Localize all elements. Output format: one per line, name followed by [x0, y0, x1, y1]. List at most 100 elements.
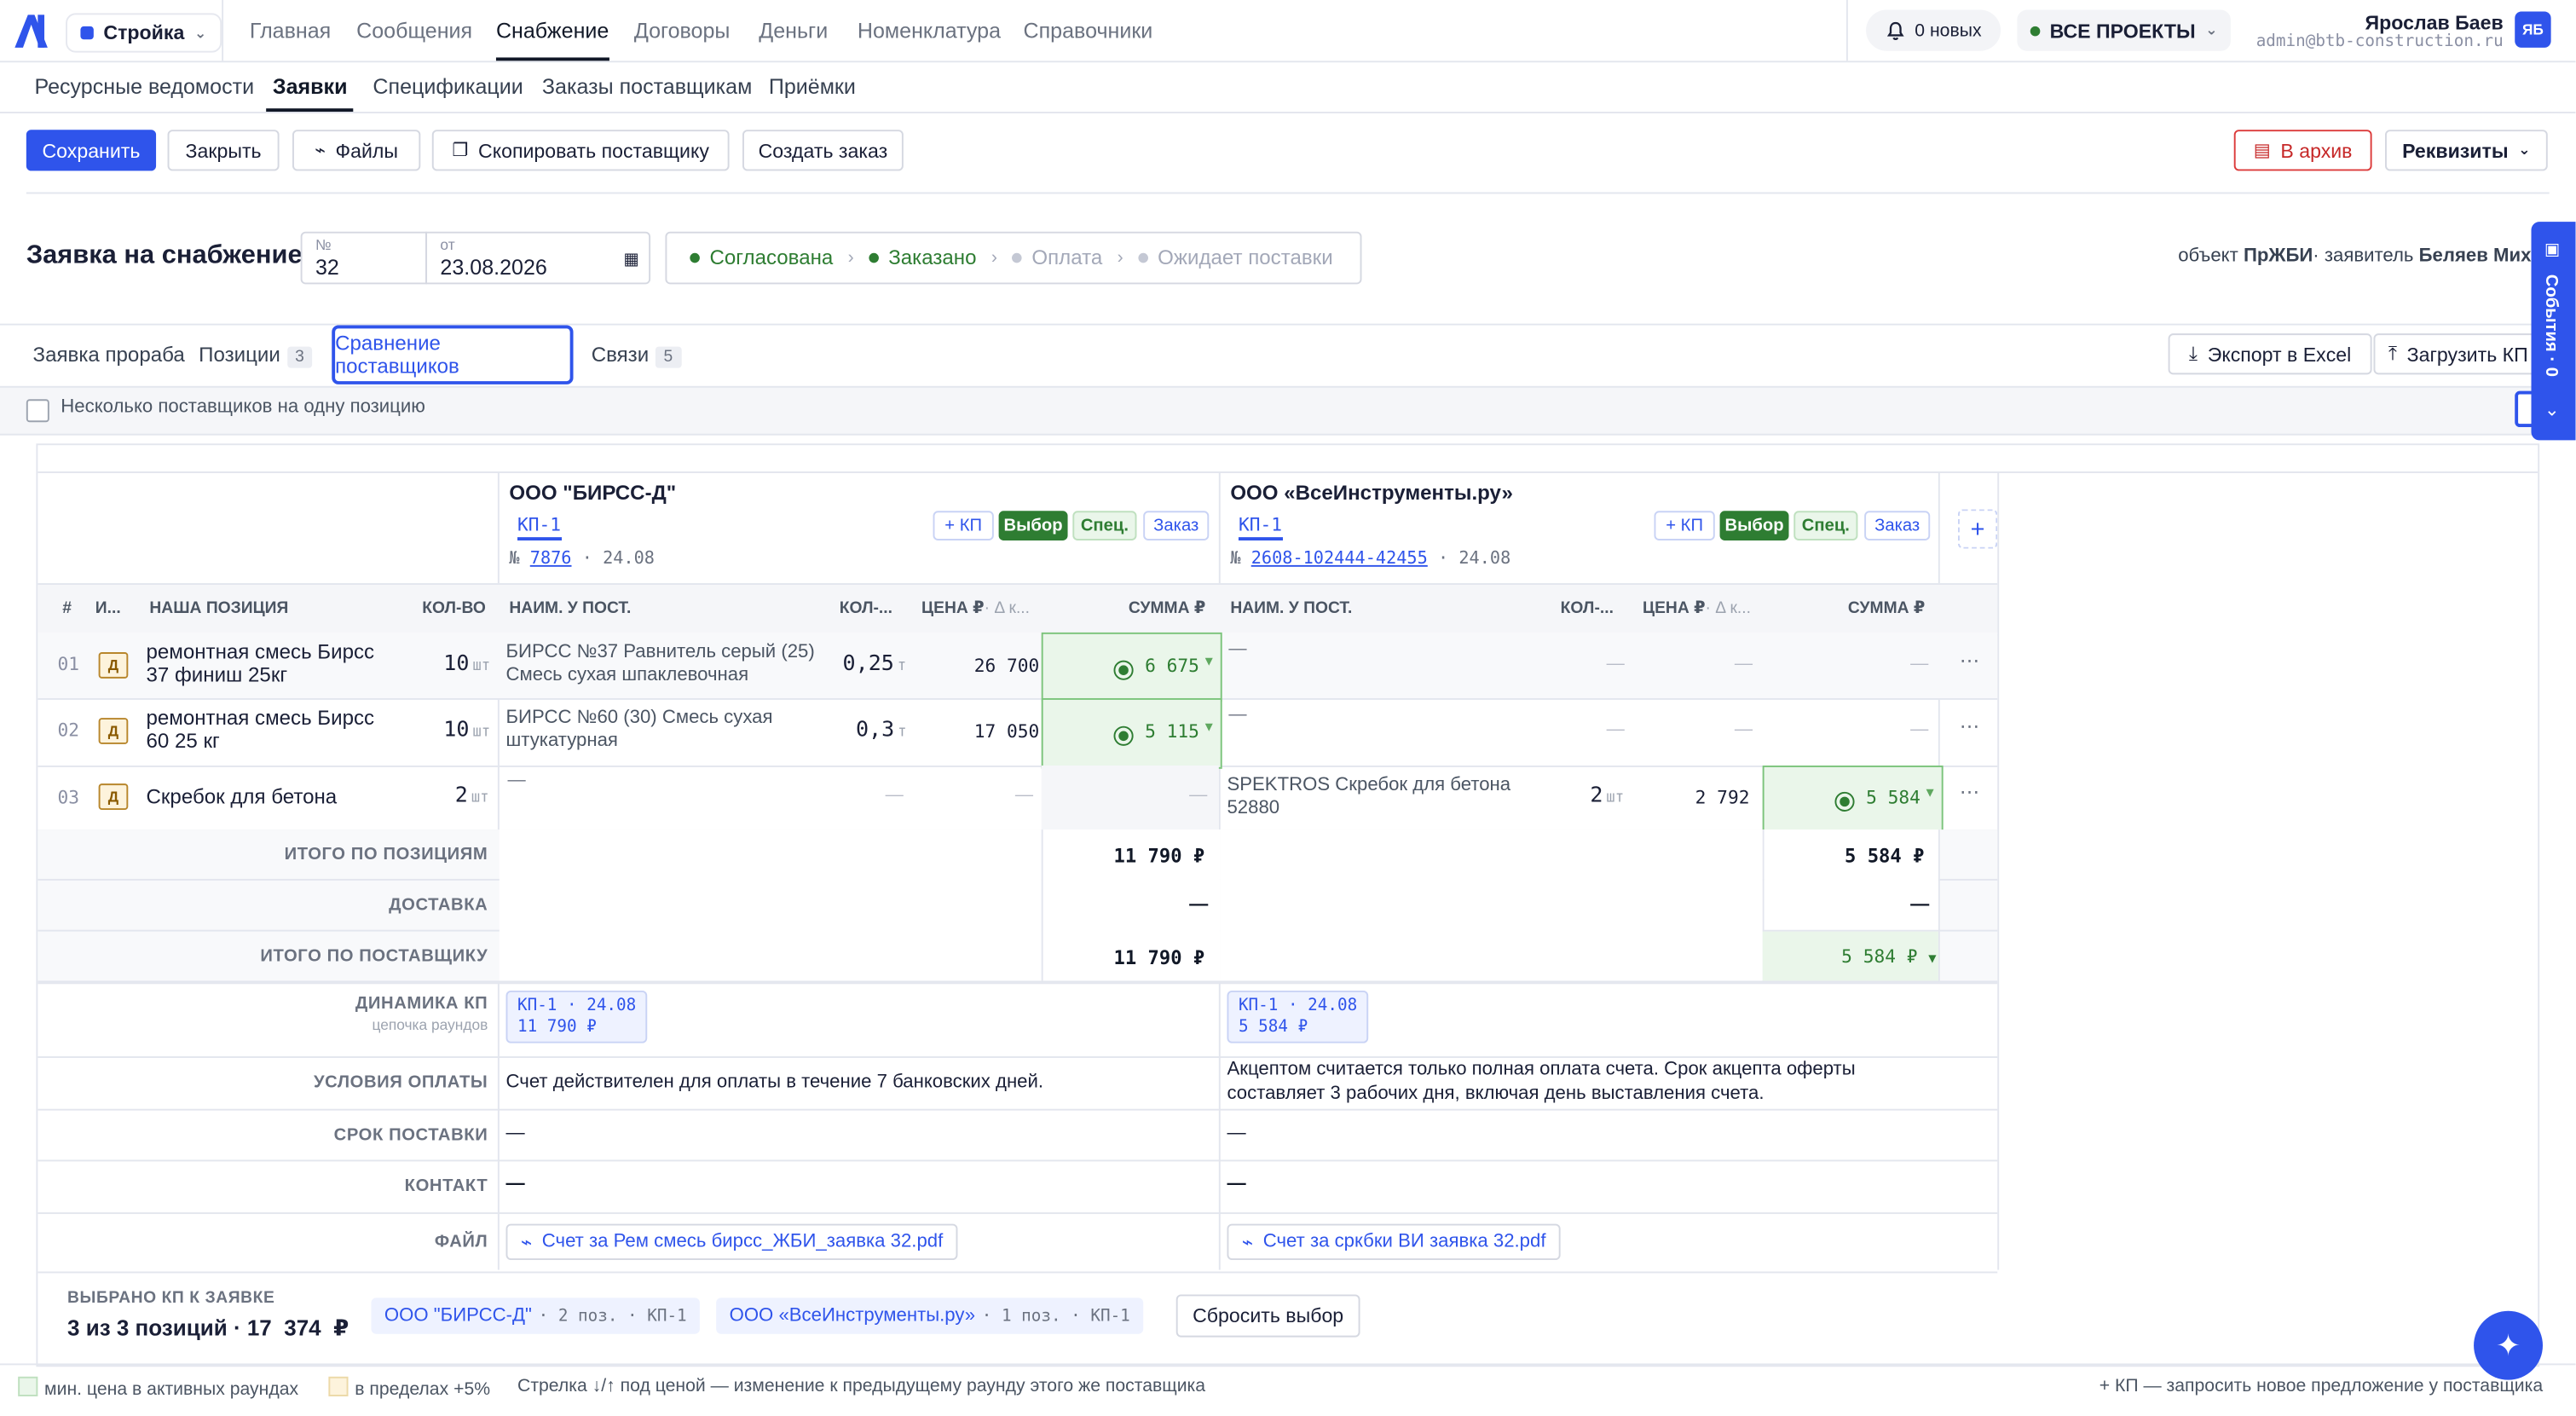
col-s2-qty: КОЛ-... [1560, 599, 1614, 618]
s1-totals-bg [499, 829, 1042, 981]
table-row[interactable]: 03 Д Скребок для бетона 2 шт — — — — SPEK… [38, 765, 1998, 833]
nav-nomenclature[interactable]: Номенклатура [858, 18, 1001, 43]
tab-links-count: 5 [655, 346, 681, 368]
supplier-1-kp-tab[interactable]: КП-1 [517, 514, 562, 540]
col-s2-sum: СУММА ₽ [1847, 599, 1926, 618]
supplier-1-add-kp-button[interactable]: + КП [933, 511, 994, 540]
supplier-2-add-kp-button[interactable]: + КП [1654, 511, 1715, 540]
nav-home[interactable]: Главная [250, 18, 331, 43]
upload-kp-button[interactable]: ⤒ Загрузить КП [2373, 333, 2555, 375]
save-button[interactable]: Сохранить [26, 130, 157, 171]
archive-button[interactable]: ▤ В архив [2233, 130, 2372, 171]
nav-money[interactable]: Деньги [759, 18, 828, 43]
doc-number-field[interactable]: № 32 [300, 231, 428, 285]
tab-links-label: Связи [591, 343, 650, 367]
more-icon[interactable]: ⋯ [1960, 649, 1979, 672]
s1-sum-cell-selected[interactable]: 5 115 ▼ [1041, 697, 1222, 769]
bell-icon [1886, 20, 1904, 39]
logo-icon[interactable] [10, 10, 53, 53]
delivery-term-row: СРОК ПОСТАВКИ — — [38, 1108, 1998, 1162]
table-row[interactable]: 01 Д ремонтная смесь Бирсс 37 финиш 25кг… [38, 632, 1998, 702]
col-i: И... [95, 599, 121, 618]
supplier-2-kp-tab[interactable]: КП-1 [1238, 514, 1283, 540]
s2-file-name: Счет за сркбки ВИ заявка 32.pdf [1262, 1232, 1546, 1252]
sub-nav: Ресурсные ведомости Заявки Спецификации … [0, 61, 2576, 113]
doc-date-field[interactable]: от 23.08.2026 ▦ [425, 231, 651, 285]
requisites-button[interactable]: Реквизиты ⌄ [2385, 130, 2548, 171]
s1-kp-round-chip[interactable]: КП-1 · 24.08 11 790 ₽ [505, 990, 648, 1043]
s2-file-link[interactable]: ⌁ Счет за сркбки ВИ заявка 32.pdf [1227, 1223, 1561, 1261]
s2-sum-cell-selected[interactable]: 5 584 ▼ [1762, 765, 1944, 833]
export-label: Экспорт в Excel [2207, 342, 2352, 366]
object-label: объект [2178, 246, 2238, 267]
doc-number-label: № [315, 236, 332, 253]
dynamics-sub: цепочка раундов [372, 1016, 488, 1034]
position-qty: 2 шт [455, 783, 489, 808]
s1-sum-cell[interactable]: — [1041, 765, 1219, 830]
export-excel-button[interactable]: ⤓ Экспорт в Excel [2168, 333, 2372, 375]
subnav-requests[interactable]: Заявки [266, 74, 355, 113]
s2-totals-bg [1220, 829, 1763, 981]
reset-selection-button[interactable]: Сбросить выбор [1175, 1294, 1360, 1338]
options-bar: Несколько поставщиков на одну позицию [0, 385, 2576, 436]
subnav-receipts[interactable]: Приёмки [769, 74, 856, 99]
more-icon[interactable]: ⋯ [1960, 780, 1979, 803]
table-row[interactable]: 02 Д ремонтная смесь Бирсс 60 25 кг 10 шт… [38, 697, 1998, 769]
selection-summary: ВЫБРАНО КП К ЗАЯВКЕ 3 из 3 позиций · 17 … [36, 1269, 2536, 1364]
supplier-1-doc-link[interactable]: 7876 [530, 549, 572, 569]
supplier-1-spec-button[interactable]: Спец. [1072, 511, 1137, 540]
supplier-1-order-button[interactable]: Заказ [1143, 511, 1210, 540]
divider [0, 1363, 2576, 1366]
tab-positions[interactable]: Позиции 3 [199, 344, 313, 368]
qty-unit: т [898, 724, 907, 742]
s1-file-link[interactable]: ⌁ Счет за Рем смесь бирсс_ЖБИ_заявка 32.… [505, 1223, 958, 1261]
nav-references[interactable]: Справочники [1024, 18, 1153, 43]
supplier-1-name: ООО "БИРСС-Д" [509, 481, 677, 505]
supplier-2-choose-button[interactable]: Выбор [1719, 511, 1789, 540]
workspace-switcher[interactable]: Стройка ⌄ [66, 13, 222, 53]
files-button[interactable]: ⌁ Файлы [292, 130, 421, 171]
more-icon[interactable]: ⋯ [1960, 714, 1979, 737]
s2-kp-round-chip[interactable]: КП-1 · 24.08 5 584 ₽ [1227, 990, 1369, 1043]
col-s1-sum: СУММА ₽ [1128, 599, 1206, 618]
dynamics-row: ДИНАМИКА КП цепочка раундов КП-1 · 24.08… [38, 982, 1998, 1058]
subnav-supplier-orders[interactable]: Заказы поставщикам [542, 74, 752, 99]
supplier-2-spec-button[interactable]: Спец. [1793, 511, 1858, 540]
round-label: КП-1 · 24.08 [1238, 997, 1358, 1015]
tab-supplier-comparison[interactable]: Сравнение поставщиков [332, 325, 574, 384]
nav-messages[interactable]: Сообщения [356, 18, 472, 43]
projects-selector[interactable]: ВСЕ ПРОЕКТЫ ⌄ [2017, 9, 2231, 51]
supplier-1-choose-button[interactable]: Выбор [998, 511, 1068, 540]
sparkle-fab-button[interactable]: ✦ [2474, 1310, 2543, 1380]
subnav-specifications[interactable]: Спецификации [373, 74, 523, 99]
create-order-button[interactable]: Создать заказ [742, 130, 904, 171]
subnav-resource-sheets[interactable]: Ресурсные ведомости [34, 74, 254, 99]
qty-unit: шт [471, 789, 489, 807]
calendar-icon[interactable]: ▦ [623, 251, 638, 269]
tab-foreman-request[interactable]: Заявка прораба [33, 344, 185, 367]
add-supplier-button[interactable]: + [1957, 509, 1998, 549]
s2-sum: — [1910, 653, 1929, 674]
supplier-2-order-button[interactable]: Заказ [1864, 511, 1931, 540]
copy-to-supplier-button[interactable]: ❐ Скопировать поставщику [431, 130, 730, 171]
legend-arrow: Стрелка ↓/↑ под ценой — изменение к пред… [517, 1376, 1206, 1396]
multi-supplier-checkbox[interactable] [26, 399, 49, 423]
nav-contracts[interactable]: Договоры [634, 18, 731, 43]
selected-supplier-chip[interactable]: ООО «ВсеИнструменты.ру» · 1 поз. · КП-1 [716, 1298, 1144, 1334]
qty-value: 10 [443, 652, 470, 677]
doc-prefix: № [509, 548, 520, 569]
archive-icon: ▤ [2253, 141, 2271, 161]
s2-item-name: — [1228, 639, 1247, 659]
s1-sum-cell-selected[interactable]: 6 675 ▼ [1041, 632, 1222, 702]
avatar[interactable]: ЯБ [2515, 11, 2551, 48]
arrow-down-icon: ▼ [1202, 653, 1216, 669]
nav-supply[interactable]: Снабжение [495, 18, 609, 61]
chevron-right-icon: › [1117, 247, 1123, 269]
tab-links[interactable]: Связи 5 [592, 344, 681, 368]
events-panel-toggle[interactable]: ▣ События · 0 ⌄ [2531, 222, 2576, 441]
close-button[interactable]: Закрыть [167, 130, 280, 171]
selected-supplier-chip[interactable]: ООО "БИРСС-Д" · 2 поз. · КП-1 [371, 1298, 701, 1334]
s2-payment-terms: Акцептом считается только полная оплата … [1227, 1059, 1856, 1104]
notifications-button[interactable]: 0 новых [1866, 9, 2001, 51]
supplier-2-doc-link[interactable]: 2608-102444-42455 [1251, 549, 1428, 569]
